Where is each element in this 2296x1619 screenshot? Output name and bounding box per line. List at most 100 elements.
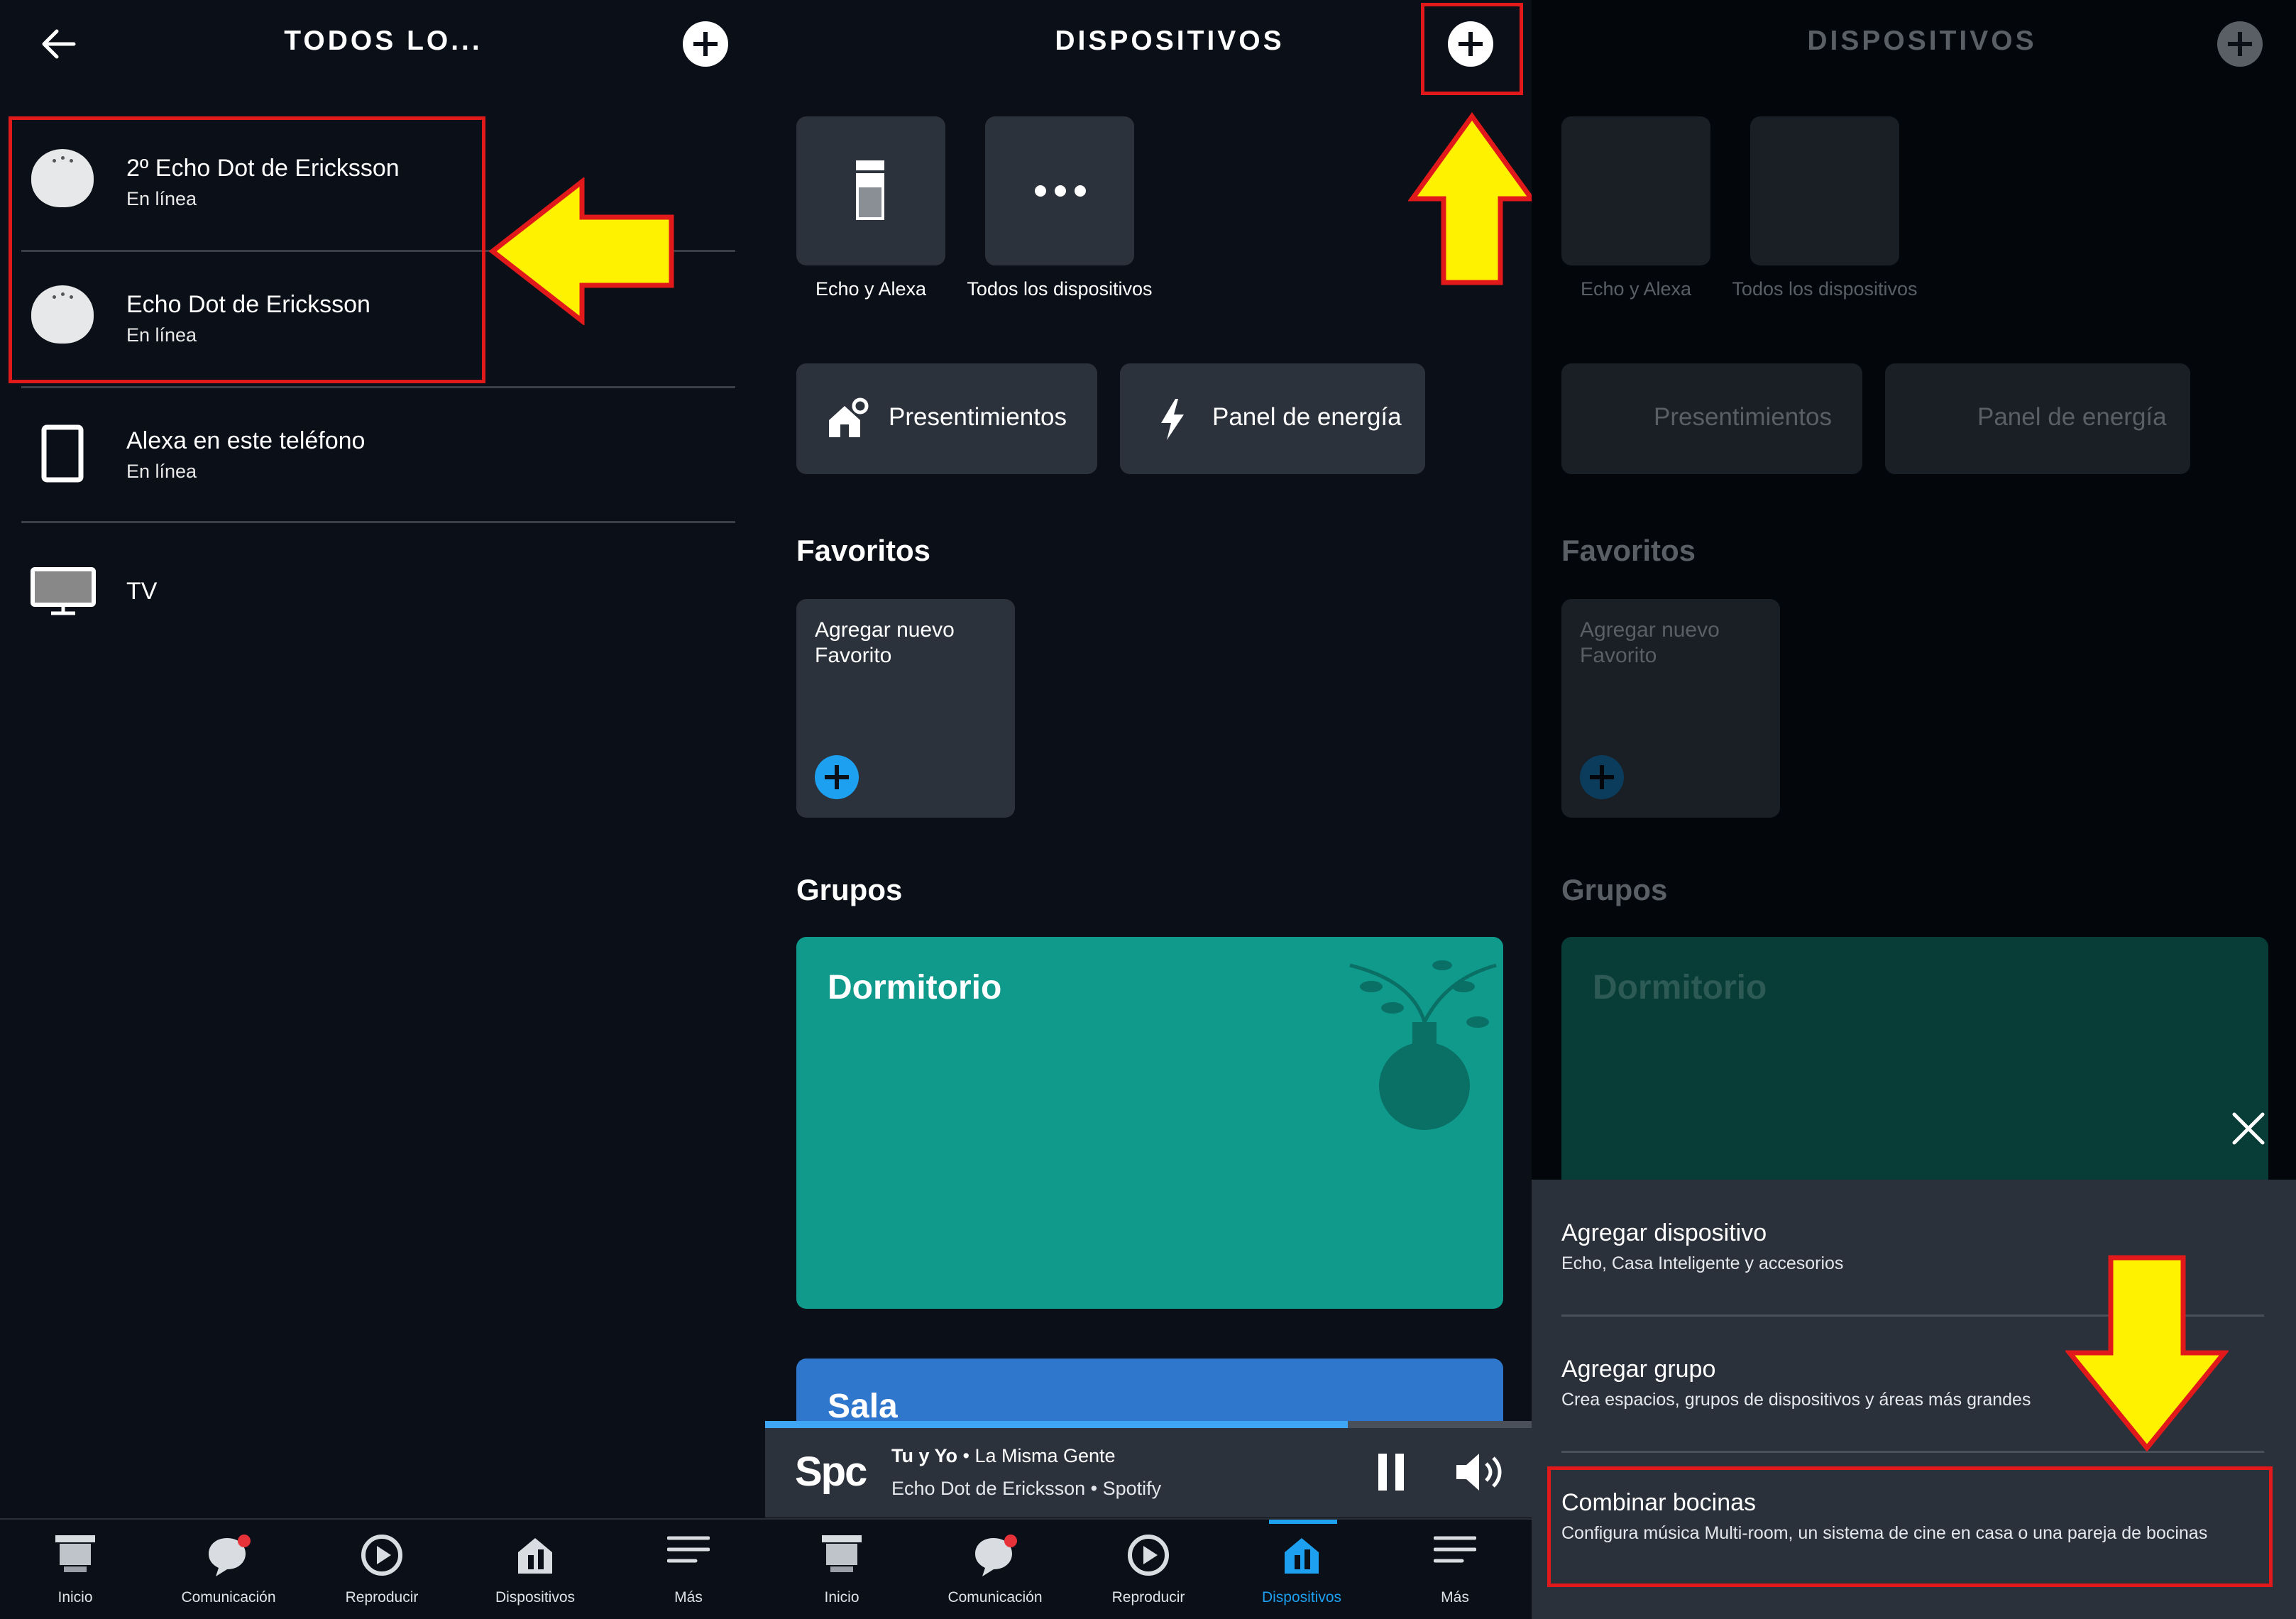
panel-devices: DISPOSITIVOS Echo y Alexa Todos los disp… xyxy=(765,0,1532,1619)
menu-title: Agregar dispositivo xyxy=(1561,1219,1767,1246)
now-playing-bar[interactable]: Spc Tu y Yo • La Misma Gente Echo Dot de… xyxy=(765,1421,1532,1518)
tv-icon xyxy=(31,567,96,615)
track-artist: • La Misma Gente xyxy=(962,1445,1116,1466)
track-line: Tu y Yo • La Misma Gente xyxy=(891,1445,1116,1467)
page-title: DISPOSITIVOS xyxy=(1055,26,1285,56)
highlight-box xyxy=(1547,1466,2273,1587)
nav-label: Dispositivos xyxy=(1261,1589,1342,1606)
device-row-alexa-phone[interactable]: Alexa en este teléfono En línea xyxy=(0,386,735,521)
nav-home[interactable]: Inicio xyxy=(4,1520,146,1619)
add-circle-icon[interactable] xyxy=(813,754,860,801)
plant-vase-icon xyxy=(1349,960,1497,1130)
pill-label: Presentimientos xyxy=(889,403,1067,431)
pill-label: Presentimientos xyxy=(1654,403,1832,431)
nav-play[interactable]: Reproducir xyxy=(1077,1520,1219,1619)
track-source: Echo Dot de Ericksson • Spotify xyxy=(891,1478,1162,1499)
pill-label: Panel de energía xyxy=(1212,403,1402,431)
device-status: En línea xyxy=(126,461,197,482)
arrow-down-icon xyxy=(2065,1255,2229,1452)
spotify-logo: Spc xyxy=(795,1449,867,1495)
device-name: Alexa en este teléfono xyxy=(126,427,366,454)
menu-icon xyxy=(667,1536,710,1563)
menu-subtitle: Echo, Casa Inteligente y accesorios xyxy=(1561,1253,1844,1273)
progress-track xyxy=(765,1421,1532,1428)
tile-echo-alexa xyxy=(1561,116,1710,265)
nav-play[interactable]: Reproducir xyxy=(311,1520,453,1619)
nav-label: Dispositivos xyxy=(495,1589,576,1606)
tile-label: Todos los dispositivos xyxy=(967,278,1153,300)
group-card-bedroom: Dormitorio xyxy=(1561,937,2268,1207)
highlight-box xyxy=(9,116,485,383)
volume-icon[interactable] xyxy=(1455,1452,1505,1492)
nav-label: Más xyxy=(674,1589,703,1606)
play-circle-icon xyxy=(361,1535,402,1576)
tile-label: Echo y Alexa xyxy=(815,278,927,300)
progress-fill xyxy=(765,1421,1348,1428)
nav-devices[interactable]: Dispositivos xyxy=(1231,1520,1373,1619)
add-favorite-label: Agregar nuevo Favorito xyxy=(1580,618,1720,667)
nav-communication[interactable]: Comunicación xyxy=(158,1520,300,1619)
chat-bubble-icon xyxy=(209,1535,251,1576)
nav-label: Reproducir xyxy=(345,1589,419,1606)
nav-more[interactable]: Más xyxy=(617,1520,759,1619)
back-arrow-icon[interactable] xyxy=(41,28,77,60)
tile-echo-alexa[interactable] xyxy=(796,116,945,265)
tile-label: Echo y Alexa xyxy=(1580,278,1692,300)
panel-all-devices: TODOS LO... 2º Echo Dot de Ericksson En … xyxy=(0,0,765,1619)
home-icon xyxy=(55,1535,95,1572)
lightning-icon xyxy=(1161,399,1184,440)
device-name: TV xyxy=(126,578,158,605)
pill-label: Panel de energía xyxy=(1977,403,2167,431)
more-dots-icon xyxy=(1035,185,1086,197)
menu-icon xyxy=(1434,1536,1476,1563)
devices-house-icon xyxy=(1285,1538,1319,1574)
devices-house-icon xyxy=(518,1538,552,1574)
menu-subtitle: Crea espacios, grupos de dispositivos y … xyxy=(1561,1390,2031,1410)
panel-add-menu: DISPOSITIVOS Echo y Alexa Todos los disp… xyxy=(1532,0,2296,1619)
add-favorite-card: Agregar nuevo Favorito xyxy=(1561,599,1780,818)
energy-dashboard-button[interactable]: Panel de energía xyxy=(1120,363,1425,474)
add-icon xyxy=(2217,21,2263,67)
echo-speaker-icon xyxy=(856,160,884,220)
nav-home[interactable]: Inicio xyxy=(771,1520,913,1619)
highlight-box xyxy=(1421,3,1523,95)
home-gear-icon xyxy=(829,397,869,437)
favorites-heading: Favoritos xyxy=(1561,534,1696,567)
add-circle-icon xyxy=(1580,755,1624,799)
device-row-tv[interactable]: TV xyxy=(0,521,735,656)
tile-all-devices[interactable] xyxy=(985,116,1134,265)
add-icon[interactable] xyxy=(683,21,728,67)
nav-label: Inicio xyxy=(57,1589,93,1606)
nav-label: Reproducir xyxy=(1111,1589,1185,1606)
phone-icon xyxy=(41,424,84,483)
track-title: Tu y Yo xyxy=(891,1445,958,1466)
home-icon xyxy=(822,1535,862,1572)
nav-communication[interactable]: Comunicación xyxy=(924,1520,1066,1619)
tile-label: Todos los dispositivos xyxy=(1732,278,1918,300)
play-circle-icon xyxy=(1128,1535,1169,1576)
bottom-nav: Inicio Comunicación Reproducir Dispositi… xyxy=(0,1518,765,1619)
arrow-left-icon xyxy=(488,177,674,325)
hunches-button[interactable]: Presentimientos xyxy=(796,363,1097,474)
group-card-bedroom[interactable]: Dormitorio xyxy=(796,937,1503,1309)
group-name: Dormitorio xyxy=(828,969,1002,1006)
nav-label: Inicio xyxy=(824,1589,859,1606)
close-icon[interactable] xyxy=(2231,1112,2265,1146)
add-favorite-card[interactable]: Agregar nuevo Favorito xyxy=(796,599,1015,818)
page-title: TODOS LO... xyxy=(284,26,483,56)
menu-title: Agregar grupo xyxy=(1561,1356,1716,1383)
arrow-up-icon xyxy=(1408,112,1532,285)
tile-all-devices xyxy=(1750,116,1899,265)
nav-label: Comunicación xyxy=(947,1589,1043,1606)
nav-devices[interactable]: Dispositivos xyxy=(464,1520,606,1619)
hunches-button: Presentimientos xyxy=(1561,363,1862,474)
group-name: Sala xyxy=(828,1388,898,1425)
bottom-nav: Inicio Comunicación Reproducir Dispositi… xyxy=(765,1518,1532,1619)
pause-icon[interactable] xyxy=(1377,1454,1405,1491)
nav-label: Comunicación xyxy=(181,1589,276,1606)
groups-heading: Grupos xyxy=(1561,873,1668,906)
group-name: Dormitorio xyxy=(1593,969,1767,1006)
groups-heading: Grupos xyxy=(796,873,903,906)
chat-bubble-icon xyxy=(975,1535,1017,1576)
nav-more[interactable]: Más xyxy=(1384,1520,1526,1619)
